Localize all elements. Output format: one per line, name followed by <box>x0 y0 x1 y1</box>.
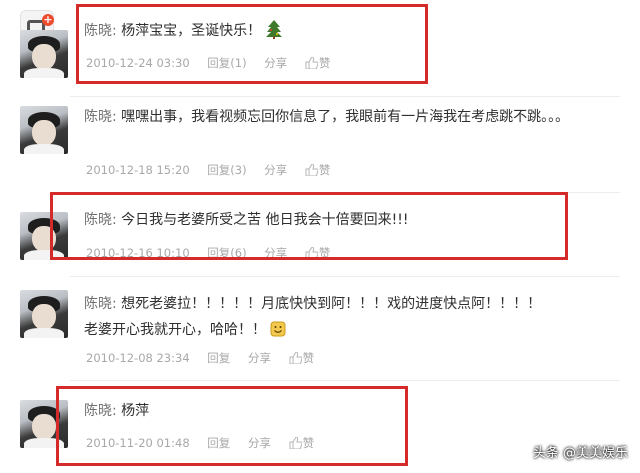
highlight-box-1 <box>76 4 428 84</box>
divider <box>70 380 620 381</box>
reply-link[interactable]: 回复(3) <box>207 163 246 177</box>
watermark: 头条 @美美娱乐 <box>532 446 628 461</box>
post-text: 陈晓: 嘿嘿出事，我看视频忘回你信息了，我眼前有一片海我在考虑跳不跳。。。 <box>84 104 594 130</box>
like-link[interactable]: 赞 <box>319 163 331 177</box>
post-meta: 2010-12-08 23:34 回复 分享 赞 <box>86 350 328 366</box>
thumbs-up-icon[interactable] <box>305 164 318 176</box>
post-meta: 2010-12-18 15:20 回复(3) 分享 赞 <box>86 162 344 178</box>
share-link[interactable]: 分享 <box>248 351 271 365</box>
avatar[interactable] <box>20 106 68 154</box>
post-author[interactable]: 陈晓: <box>84 296 117 312</box>
post-text: 陈晓: 想死老婆拉！！！！！月底快快到阿！！！戏的进度快点阿！！！！老婆开心我就… <box>84 291 544 343</box>
highlight-box-2 <box>50 192 568 260</box>
share-link[interactable]: 分享 <box>264 163 287 177</box>
post-body: 嘿嘿出事，我看视频忘回你信息了，我眼前有一片海我在考虑跳不跳。。。 <box>121 109 570 125</box>
post-body: 想死老婆拉！！！！！月底快快到阿！！！戏的进度快点阿！！！！老婆开心我就开心，哈… <box>84 296 542 338</box>
post-author[interactable]: 陈晓: <box>84 109 117 125</box>
smile-face-icon <box>270 321 286 337</box>
divider <box>70 276 620 277</box>
like-link[interactable]: 赞 <box>303 351 315 365</box>
thumbs-up-icon[interactable] <box>289 352 302 364</box>
highlight-box-3 <box>56 386 408 466</box>
post-timestamp: 2010-12-18 15:20 <box>86 163 190 177</box>
avatar[interactable] <box>20 30 68 78</box>
divider <box>70 96 620 97</box>
post-timestamp: 2010-12-08 23:34 <box>86 351 190 365</box>
reply-link[interactable]: 回复 <box>207 351 230 365</box>
avatar[interactable] <box>20 290 68 338</box>
